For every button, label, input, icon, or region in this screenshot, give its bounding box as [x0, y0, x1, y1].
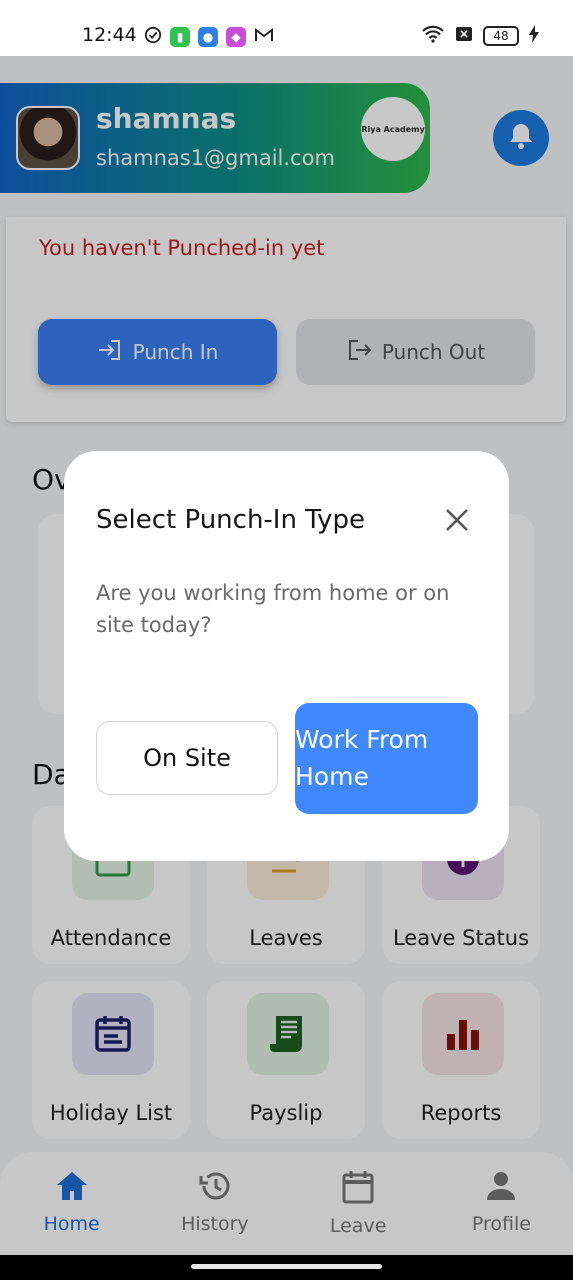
charging-icon [529, 25, 539, 47]
status-time: 12:44 [82, 24, 137, 46]
sim-off-icon [455, 26, 473, 46]
gmail-icon [254, 27, 274, 47]
notification-icons: ▮ ● ◆ [144, 26, 274, 48]
wfh-label-line2: Home [295, 762, 369, 791]
punch-type-dialog: Select Punch-In Type Are you working fro… [64, 451, 509, 861]
wifi-icon [421, 25, 445, 47]
work-from-home-button[interactable]: Work From Home [295, 703, 478, 814]
close-icon [444, 507, 470, 537]
on-site-button[interactable]: On Site [96, 721, 278, 795]
battery-indicator: 48 [483, 26, 519, 46]
dialog-message: Are you working from home or on site tod… [96, 581, 450, 637]
app-green-icon: ▮ [170, 27, 190, 47]
check-circle-icon [144, 26, 162, 48]
system-icons: 48 [421, 25, 539, 47]
home-indicator[interactable] [191, 1264, 382, 1269]
wfh-label-line1: Work From [295, 725, 429, 754]
close-button[interactable] [440, 505, 474, 539]
dialog-title: Select Punch-In Type [96, 505, 365, 535]
app-blue-icon: ● [198, 27, 218, 47]
app-purple-icon: ◆ [226, 27, 246, 47]
